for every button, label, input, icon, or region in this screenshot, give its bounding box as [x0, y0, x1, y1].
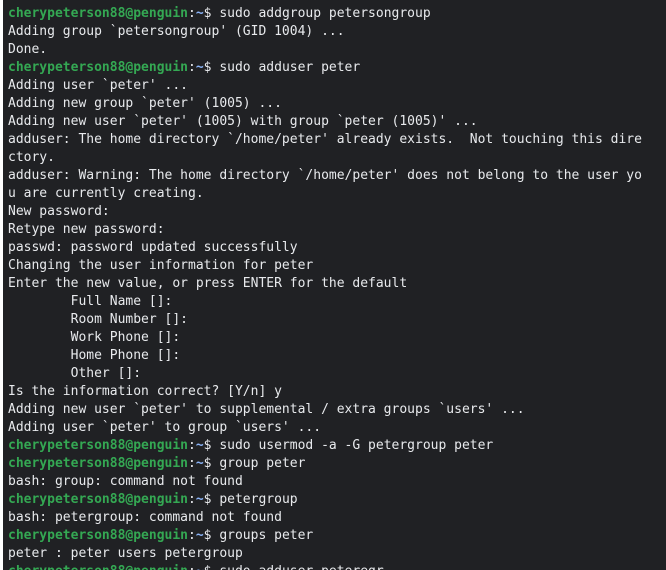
- prompt-separator: :: [188, 438, 196, 453]
- command-line: cherypeterson88@penguin:~$ petergroup: [8, 491, 666, 509]
- prompt-separator: :: [188, 60, 196, 75]
- terminal-output[interactable]: cherypeterson88@penguin:~$ sudo addgroup…: [8, 5, 666, 570]
- prompt-user-host: cherypeterson88@penguin: [8, 60, 189, 75]
- output-line: passwd: password updated successfully: [8, 240, 298, 255]
- prompt-path: ~: [196, 564, 204, 570]
- output-line: Home Phone []:: [8, 348, 181, 363]
- prompt-user-host: cherypeterson88@penguin: [8, 456, 189, 471]
- command-line: cherypeterson88@penguin:~$ group peter: [8, 455, 666, 473]
- terminal-window[interactable]: cherypeterson88@penguin:~$ sudo addgroup…: [3, 0, 666, 570]
- prompt-separator: :: [188, 6, 196, 21]
- prompt-path: ~: [195, 528, 204, 543]
- command-line: cherypeterson88@penguin:~$ sudo adduser …: [8, 59, 666, 77]
- output-line: Adding new group `peter' (1005) ...: [8, 96, 282, 111]
- output-line: peter : peter users petergroup: [8, 546, 243, 561]
- output-line: adduser: The home directory `/home/peter…: [8, 132, 642, 147]
- command-line: cherypeterson88@penguin:~$ sudo usermod …: [8, 437, 666, 455]
- output-line: Room Number []:: [8, 312, 189, 327]
- output-line: Adding new user `peter' to supplemental …: [8, 402, 525, 417]
- prompt-symbol: $: [203, 6, 220, 21]
- prompt-symbol: $: [203, 492, 220, 507]
- output-line: ctory.: [8, 150, 55, 165]
- output-line: Adding new user `peter' (1005) with grou…: [8, 114, 478, 129]
- command-text: sudo usermod -a -G petergroup peter: [219, 438, 494, 453]
- output-line: New password:: [8, 204, 110, 219]
- output-line: Adding user `peter' ...: [8, 78, 189, 93]
- command-text: petergroup: [219, 492, 298, 507]
- command-line: cherypeterson88@penguin:~$ sudo addgroup…: [8, 5, 666, 23]
- prompt-symbol: $: [203, 60, 220, 75]
- prompt-user-host: cherypeterson88@penguin: [8, 564, 188, 570]
- prompt-user-host: cherypeterson88@penguin: [8, 438, 189, 453]
- output-line: adduser: Warning: The home directory `/h…: [8, 168, 642, 183]
- prompt-user-host: cherypeterson88@penguin: [8, 6, 189, 21]
- output-line: u are currently creating.: [8, 186, 204, 201]
- output-line: Retype new password:: [8, 222, 165, 237]
- output-line: Adding user `peter' to group `users' ...: [8, 420, 322, 435]
- command-line: cherypeterson88@penguin:~$ sudo adduser …: [8, 563, 666, 570]
- command-text: groups peter: [219, 528, 314, 543]
- output-line: bash: group: command not found: [8, 474, 243, 489]
- output-line: Changing the user information for peter: [8, 258, 314, 273]
- output-line: Full Name []:: [8, 294, 173, 309]
- command-text: sudo addgroup petersongroup: [219, 6, 431, 21]
- command-text: sudo adduser peter: [219, 60, 361, 75]
- output-line: Other []:: [8, 366, 142, 381]
- prompt-separator: :: [188, 492, 196, 507]
- prompt-symbol: $: [203, 528, 220, 543]
- prompt-path: ~: [195, 60, 204, 75]
- prompt-symbol: $: [204, 564, 220, 570]
- prompt-path: ~: [195, 438, 204, 453]
- prompt-separator: :: [188, 456, 196, 471]
- prompt-symbol: $: [203, 438, 220, 453]
- prompt-separator: :: [188, 564, 196, 570]
- output-line: Work Phone []:: [8, 330, 181, 345]
- output-line: Enter the new value, or press ENTER for …: [8, 276, 408, 291]
- command-text: group peter: [219, 456, 306, 471]
- output-line: Adding group `petersongroup' (GID 1004) …: [8, 24, 345, 39]
- prompt-user-host: cherypeterson88@penguin: [8, 492, 189, 507]
- prompt-symbol: $: [203, 456, 220, 471]
- output-line: Is the information correct? [Y/n] y: [8, 384, 282, 399]
- command-text: sudo adduser peteregr: [219, 564, 383, 570]
- prompt-user-host: cherypeterson88@penguin: [8, 528, 189, 543]
- prompt-path: ~: [195, 492, 204, 507]
- prompt-path: ~: [195, 456, 204, 471]
- command-line: cherypeterson88@penguin:~$ groups peter: [8, 527, 666, 545]
- output-line: Done.: [8, 42, 48, 57]
- output-line: bash: petergroup: command not found: [8, 510, 282, 525]
- prompt-separator: :: [188, 528, 196, 543]
- prompt-path: ~: [195, 6, 204, 21]
